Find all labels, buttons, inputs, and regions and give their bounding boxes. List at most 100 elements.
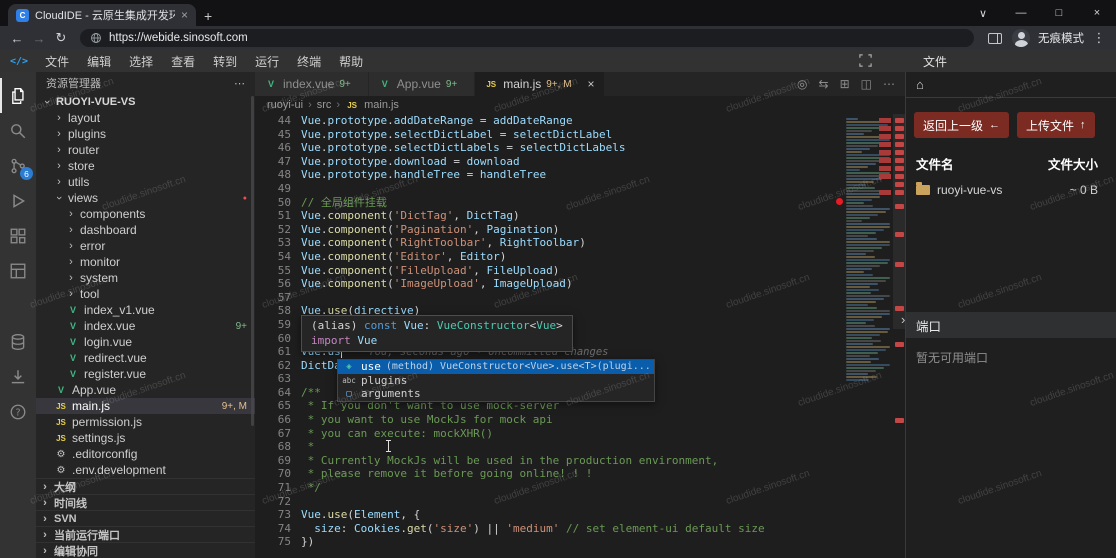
sidebar-pane-当前运行端口[interactable]: ›当前运行端口 bbox=[36, 526, 255, 542]
code-line-48[interactable]: 48Vue.prototype.handleTree = handleTree bbox=[255, 168, 905, 182]
more-actions-icon[interactable]: ⋯ bbox=[883, 77, 895, 91]
code-line-49[interactable]: 49 bbox=[255, 182, 905, 196]
tree-file-settings.js[interactable]: JSsettings.js bbox=[36, 430, 255, 446]
back-parent-button[interactable]: 返回上一级← bbox=[914, 112, 1009, 138]
breadcrumb-item-ruoyi-ui[interactable]: ruoyi-ui bbox=[267, 99, 303, 111]
editor-tab-App.vue[interactable]: VApp.vue9+ bbox=[369, 72, 475, 96]
database-icon[interactable] bbox=[0, 324, 36, 359]
editor-tab-index.vue[interactable]: Vindex.vue9+ bbox=[255, 72, 369, 96]
collapse-panel-icon[interactable]: › bbox=[901, 312, 905, 327]
menu-item-文件[interactable]: 文件 bbox=[36, 55, 78, 69]
code-line-50[interactable]: 50// 全局组件挂载 bbox=[255, 196, 905, 210]
menu-item-运行[interactable]: 运行 bbox=[246, 55, 288, 69]
tree-file-.env.development[interactable]: ⚙.env.development bbox=[36, 462, 255, 478]
code-line-68[interactable]: 68 * bbox=[255, 440, 905, 454]
tree-file-register.vue[interactable]: Vregister.vue bbox=[36, 366, 255, 382]
code-line-69[interactable]: 69 * Currently MockJs will be used in th… bbox=[255, 454, 905, 468]
menu-item-终端[interactable]: 终端 bbox=[288, 55, 330, 69]
tree-folder-error[interactable]: ›error bbox=[36, 238, 255, 254]
tab-search-icon[interactable]: ∨ bbox=[964, 7, 1002, 20]
code-line-54[interactable]: 54Vue.component('Editor', Editor) bbox=[255, 250, 905, 264]
sidebar-pane-大纲[interactable]: ›大纲 bbox=[36, 478, 255, 494]
editor-tab-main.js[interactable]: JSmain.js9+, M× bbox=[475, 72, 604, 96]
minimize-icon[interactable]: — bbox=[1002, 7, 1040, 19]
open-preview-icon[interactable]: ⊞ bbox=[840, 77, 850, 91]
tree-file-permission.js[interactable]: JSpermission.js bbox=[36, 414, 255, 430]
code-line-70[interactable]: 70 * please remove it before going onlin… bbox=[255, 467, 905, 481]
tree-folder-router[interactable]: ›router bbox=[36, 142, 255, 158]
tab-close-icon[interactable]: × bbox=[181, 8, 188, 22]
code-line-74[interactable]: 74 size: Cookies.get('size') || 'medium'… bbox=[255, 522, 905, 536]
extensions-icon[interactable] bbox=[0, 218, 36, 253]
sidebar-pane-时间线[interactable]: ›时间线 bbox=[36, 494, 255, 510]
menu-item-查看[interactable]: 查看 bbox=[162, 55, 204, 69]
browser-tab[interactable]: C CloudIDE - 云原生集成开发环境 × bbox=[8, 4, 196, 26]
breadcrumb-item-main.js[interactable]: main.js bbox=[364, 99, 399, 111]
code-line-53[interactable]: 53Vue.component('RightToolbar', RightToo… bbox=[255, 236, 905, 250]
menu-item-编辑[interactable]: 编辑 bbox=[78, 55, 120, 69]
upload-file-button[interactable]: 上传文件↑ bbox=[1017, 112, 1095, 138]
code-line-57[interactable]: 57 bbox=[255, 291, 905, 305]
tree-file-login.vue[interactable]: Vlogin.vue bbox=[36, 334, 255, 350]
menu-item-选择[interactable]: 选择 bbox=[120, 55, 162, 69]
tree-folder-system[interactable]: ›system bbox=[36, 270, 255, 286]
back-icon[interactable]: ← bbox=[6, 31, 28, 46]
tree-file-index.vue[interactable]: Vindex.vue9+ bbox=[36, 318, 255, 334]
menu-item-转到[interactable]: 转到 bbox=[204, 55, 246, 69]
tree-folder-components[interactable]: ›components bbox=[36, 206, 255, 222]
suggestion-arguments[interactable]: ▢arguments bbox=[338, 387, 654, 401]
help-icon[interactable]: ? bbox=[0, 394, 36, 429]
open-changes-icon[interactable]: ⇆ bbox=[819, 77, 829, 91]
tree-folder-tool[interactable]: ›tool bbox=[36, 286, 255, 302]
source-control-icon[interactable]: 6 bbox=[0, 148, 36, 183]
run-debug-icon[interactable] bbox=[0, 183, 36, 218]
fullscreen-icon[interactable] bbox=[858, 53, 873, 68]
close-icon[interactable]: × bbox=[1078, 7, 1116, 19]
cloudide-logo[interactable]: </> bbox=[10, 56, 28, 67]
code-line-44[interactable]: 44Vue.prototype.addDateRange = addDateRa… bbox=[255, 114, 905, 128]
code-line-71[interactable]: 71 */ bbox=[255, 481, 905, 495]
breadcrumb-item-src[interactable]: src bbox=[317, 99, 332, 111]
tree-folder-store[interactable]: ›store bbox=[36, 158, 255, 174]
code-line-51[interactable]: 51Vue.component('DictTag', DictTag) bbox=[255, 209, 905, 223]
home-icon[interactable]: ⌂ bbox=[916, 77, 924, 92]
template-icon[interactable] bbox=[0, 253, 36, 288]
new-tab-button[interactable]: + bbox=[204, 9, 212, 23]
code-line-55[interactable]: 55Vue.component('FileUpload', FileUpload… bbox=[255, 264, 905, 278]
code-line-56[interactable]: 56Vue.component('ImageUpload', ImageUplo… bbox=[255, 277, 905, 291]
browser-menu-icon[interactable]: ⋮ bbox=[1088, 30, 1110, 46]
refresh-icon[interactable]: ↻ bbox=[50, 30, 72, 46]
code-line-67[interactable]: 67 * you can execute: mockXHR() bbox=[255, 427, 905, 441]
tree-folder-plugins[interactable]: ›plugins bbox=[36, 126, 255, 142]
code-line-66[interactable]: 66 * you want to use MockJs for mock api bbox=[255, 413, 905, 427]
explorer-more-actions-icon[interactable]: ⋯ bbox=[234, 77, 245, 90]
tree-file-App.vue[interactable]: VApp.vue bbox=[36, 382, 255, 398]
tree-folder-RUOYI-VUE-VS[interactable]: ›RUOYI-VUE-VS bbox=[36, 94, 255, 110]
tree-folder-views[interactable]: ›views● bbox=[36, 190, 255, 206]
code-line-52[interactable]: 52Vue.component('Pagination', Pagination… bbox=[255, 223, 905, 237]
code-area[interactable]: 44Vue.prototype.addDateRange = addDateRa… bbox=[255, 114, 905, 558]
deploy-icon[interactable] bbox=[0, 359, 36, 394]
file-row-ruoyi-vue-vs[interactable]: ruoyi-vue-vs~ 0 B bbox=[906, 177, 1116, 203]
forward-icon[interactable]: → bbox=[28, 31, 50, 46]
suggestion-use[interactable]: ◈use(method) VueConstructor<Vue>.use<T>(… bbox=[338, 360, 654, 374]
tree-folder-layout[interactable]: ›layout bbox=[36, 110, 255, 126]
maximize-icon[interactable]: □ bbox=[1040, 7, 1078, 19]
toggle-annotations-icon[interactable]: ◎ bbox=[797, 77, 807, 91]
close-tab-icon[interactable]: × bbox=[588, 77, 595, 91]
tree-file-.editorconfig[interactable]: ⚙.editorconfig bbox=[36, 446, 255, 462]
code-line-75[interactable]: 75}) bbox=[255, 535, 905, 549]
incognito-avatar-icon[interactable] bbox=[1012, 29, 1030, 47]
code-line-72[interactable]: 72 bbox=[255, 495, 905, 509]
tree-file-main.js[interactable]: JSmain.js9+, M bbox=[36, 398, 255, 414]
menu-item-帮助[interactable]: 帮助 bbox=[330, 55, 372, 69]
sidebar-pane-编辑协同[interactable]: ›编辑协同 bbox=[36, 542, 255, 558]
code-line-65[interactable]: 65 * If you don't want to use mock-serve… bbox=[255, 399, 905, 413]
suggestion-plugins[interactable]: abcplugins bbox=[338, 374, 654, 388]
code-line-46[interactable]: 46Vue.prototype.selectDictLabels = selec… bbox=[255, 141, 905, 155]
side-panel-icon[interactable] bbox=[988, 33, 1002, 44]
tree-file-index_v1.vue[interactable]: Vindex_v1.vue bbox=[36, 302, 255, 318]
code-line-73[interactable]: 73Vue.use(Element, { bbox=[255, 508, 905, 522]
explorer-icon[interactable] bbox=[0, 78, 36, 113]
tree-folder-utils[interactable]: ›utils bbox=[36, 174, 255, 190]
